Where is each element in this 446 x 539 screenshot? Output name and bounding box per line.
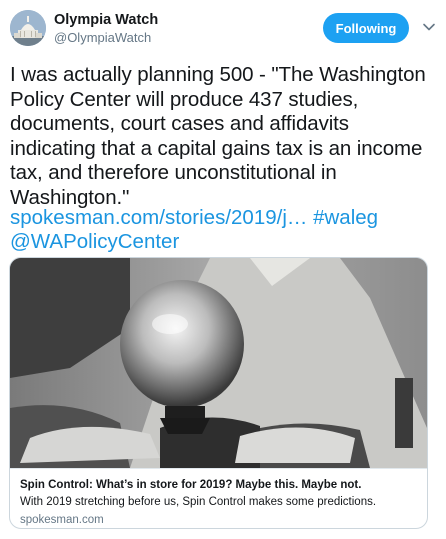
- card-domain: spokesman.com: [20, 514, 104, 526]
- hashtag-link[interactable]: #waleg: [313, 206, 378, 229]
- card-image[interactable]: [10, 258, 427, 468]
- account-names[interactable]: Olympia Watch @OlympiaWatch: [54, 12, 158, 46]
- tweet-links: spokesman.com/stories/2019/j… #waleg: [10, 206, 378, 231]
- tweet-text: I was actually planning 500 - "The Washi…: [10, 63, 426, 209]
- chevron-down-icon[interactable]: [422, 20, 436, 34]
- card-title[interactable]: Spin Control: What’s in store for 2019? …: [20, 478, 417, 493]
- mention-link[interactable]: @WAPolicyCenter: [10, 230, 179, 253]
- tweet: Olympia Watch @OlympiaWatch Following I …: [0, 0, 446, 539]
- following-button[interactable]: Following: [323, 13, 409, 43]
- article-link[interactable]: spokesman.com/stories/2019/j…: [10, 206, 307, 229]
- card-body[interactable]: Spin Control: What’s in store for 2019? …: [10, 468, 427, 528]
- tweet-mention-line: @WAPolicyCenter: [10, 230, 179, 255]
- link-preview-card[interactable]: Spin Control: What’s in store for 2019? …: [9, 257, 428, 529]
- tweet-header: Olympia Watch @OlympiaWatch Following: [10, 10, 436, 50]
- avatar[interactable]: [10, 10, 46, 46]
- handle[interactable]: @OlympiaWatch: [54, 29, 158, 46]
- card-description: With 2019 stretching before us, Spin Con…: [20, 496, 377, 508]
- display-name[interactable]: Olympia Watch: [54, 12, 158, 29]
